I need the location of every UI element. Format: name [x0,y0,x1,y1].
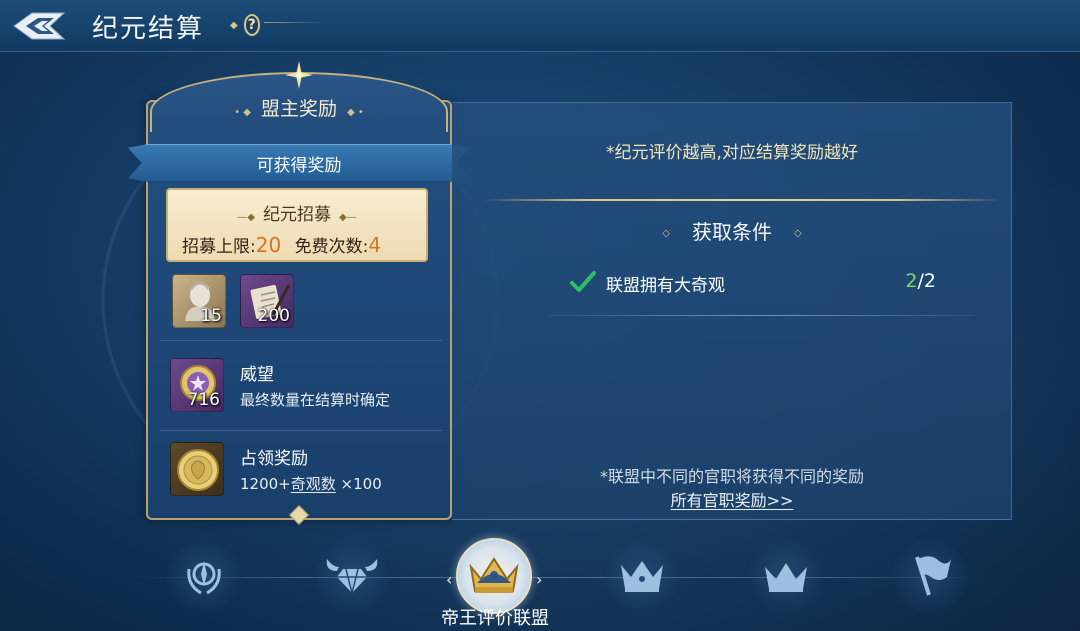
era-recruit-title-text: 纪元招募 [263,205,331,225]
tab-flag[interactable] [892,538,968,614]
wonder-count-link[interactable]: 奇观数 [291,475,336,493]
row-divider [160,430,442,431]
condition-row: 联盟拥有大奇观 2/2 [570,270,940,296]
checkmark-icon [570,271,596,292]
occupation-reward-row: 占领奖励 1200+奇观数 ×100 [170,442,382,496]
tab-crown-ornate[interactable] [604,538,680,614]
header-decor-line [264,22,322,23]
star-ornament-icon [285,61,313,89]
rating-note: *纪元评价越高,对应结算奖励越好 [606,143,858,163]
tab-prev-arrow-icon[interactable]: ‹ [446,570,452,589]
condition-text: 联盟拥有大奇观 [606,276,725,296]
occupation-name: 占领奖励 [240,449,308,469]
occupation-multiplier: ×100 [335,475,382,493]
tab-emperor-crown[interactable] [456,538,532,614]
position-reward-note: *联盟中不同的官职将获得不同的奖励 [599,467,864,486]
back-arrow-icon [13,12,66,40]
tab-winged-diamond[interactable] [314,538,390,614]
help-button[interactable]: ◆ ? [230,12,260,38]
tab-crown-simple[interactable] [748,538,824,614]
reward-panel-title: • ◆ 盟主奖励 ◆ • [150,94,448,121]
conditions-title-text: 获取条件 [692,220,772,244]
crown-ornate-icon [621,561,663,592]
condition-current: 2 [905,270,918,292]
reward-item-row: 15 200 [172,274,294,328]
condition-progress: 2/2 [905,270,936,292]
era-recruit-card: —◆ 纪元招募 ◆— 招募上限:20 免费次数:4 [166,188,428,262]
prestige-item[interactable]: 716 [170,358,224,412]
prestige-text: 威望 最终数量在结算时确定 [240,358,390,410]
emperor-crown-icon [469,557,519,593]
tab-bar-line [130,577,990,578]
help-ornament-icon: ◆ [230,19,238,31]
condition-divider [548,315,974,316]
title-ornament-right-icon: ◆ • [347,107,364,118]
occupation-desc: 1200+奇观数 ×100 [240,473,382,494]
page-title: 纪元结算 [92,14,205,44]
recruit-limit-label: 招募上限: [182,237,256,257]
scroll-quill-item[interactable]: 200 [240,274,294,328]
title-ornament-left-icon: • ◆ [234,107,251,118]
occupation-item[interactable] [170,442,224,496]
free-count-value: 4 [368,233,382,257]
header-bar: 纪元结算 ◆ ? [0,0,1080,52]
all-position-rewards-text: 所有官职奖励>> [670,491,794,510]
prestige-reward-row: 716 威望 最终数量在结算时确定 [170,358,390,412]
bust-statue-count: 15 [200,306,222,326]
active-tab-label: 帝王评价联盟 [441,608,549,629]
recruit-stats: 招募上限:20 免费次数:4 [182,232,381,257]
recruit-ornament-left-icon: —◆ [237,212,255,223]
recruit-limit-value: 20 [255,233,282,257]
compass-laurel-icon [187,562,221,595]
bust-statue-item[interactable]: 15 [172,274,226,328]
cond-title-ornament-left-icon: ◇ [662,228,670,239]
row-divider [160,340,442,341]
recruit-ornament-right-icon: ◆— [339,212,357,223]
prestige-count: 716 [187,390,220,410]
gold-coin-icon [177,449,219,491]
help-question-icon: ? [243,14,260,36]
back-button[interactable] [8,6,70,46]
cond-title-ornament-right-icon: ◇ [794,228,802,239]
free-count-label: 免费次数: [294,237,369,257]
era-recruit-title: —◆ 纪元招募 ◆— [168,200,426,225]
crown-simple-icon [765,563,807,592]
all-position-rewards-link[interactable]: 所有官职奖励>> [452,487,1012,511]
winged-diamond-icon [326,559,378,594]
condition-total: /2 [917,270,937,292]
flag-icon [915,556,951,596]
tab-compass-laurel[interactable] [166,538,242,614]
occupation-base: 1200+ [240,475,291,493]
tab-next-arrow-icon[interactable]: › [536,570,542,589]
available-rewards-ribbon: 可获得奖励 [128,144,470,182]
ribbon-label: 可获得奖励 [256,155,342,176]
gold-divider [482,199,1002,201]
conditions-panel [452,102,1012,520]
reward-panel-title-text: 盟主奖励 [260,98,337,120]
occupation-text: 占领奖励 1200+奇观数 ×100 [240,442,382,494]
scroll-quill-count: 200 [257,306,290,326]
prestige-name: 威望 [240,365,274,385]
conditions-title: ◇ 获取条件 ◇ [452,216,1012,245]
prestige-desc: 最终数量在结算时确定 [240,391,391,409]
